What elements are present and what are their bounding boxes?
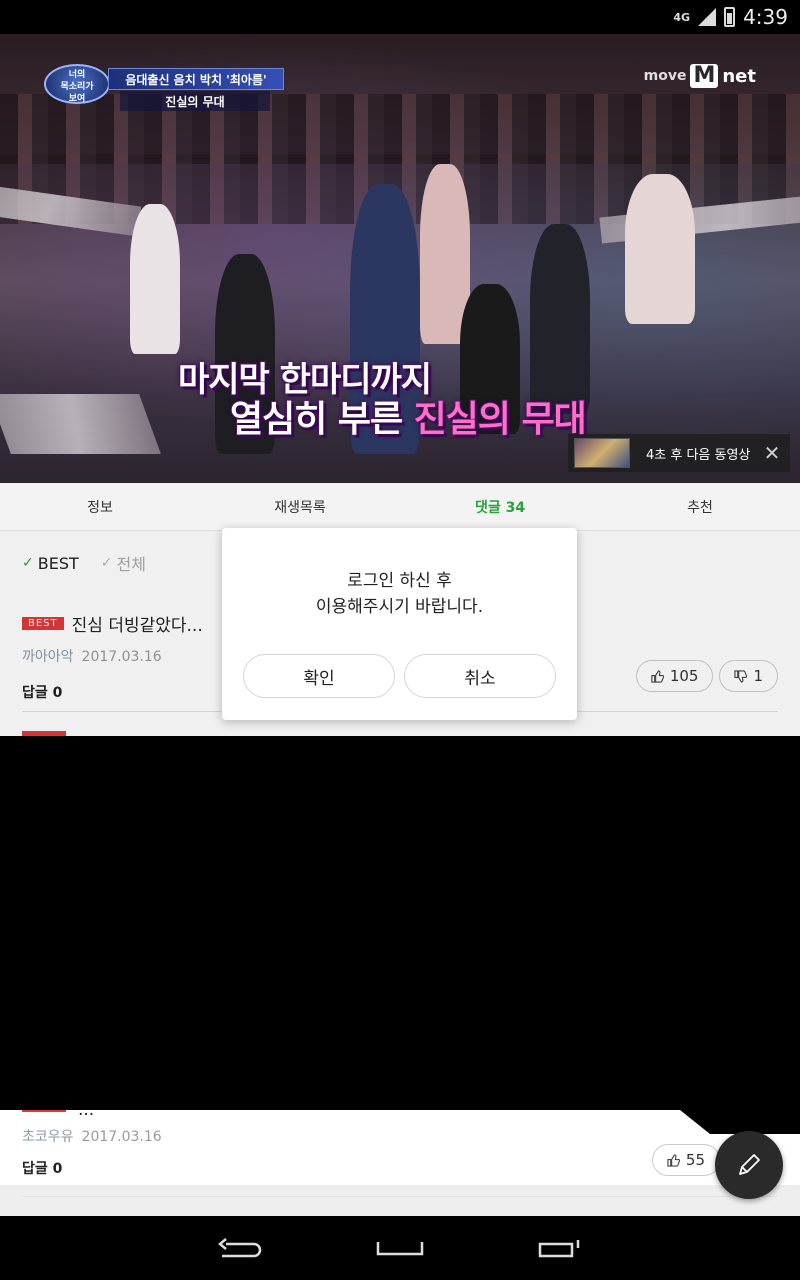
write-comment-button[interactable]: [715, 1131, 783, 1199]
home-icon: [376, 1242, 424, 1256]
comment-filters: ✓ BEST ✓ 전체: [22, 551, 146, 575]
back-button[interactable]: [210, 1228, 270, 1268]
filter-best-label: BEST: [37, 553, 79, 573]
comment-author[interactable]: 까아아악: [22, 649, 74, 665]
confirm-button[interactable]: 확인: [243, 654, 395, 698]
occlusion-edge: [680, 1110, 800, 1134]
comment-votes: 55: [651, 1144, 720, 1176]
status-icons: 4G 4:39: [673, 4, 788, 30]
dislike-count: 1: [753, 667, 763, 685]
login-required-dialog: 로그인 하신 후 이용해주시기 바랍니다. 확인 취소: [222, 528, 577, 720]
recents-button[interactable]: [530, 1228, 590, 1268]
tab-bar: 정보 재생목록 댓글 34 추천: [0, 483, 800, 531]
dialog-message-line2: 이용해주시기 바랍니다.: [315, 597, 484, 617]
divider: [22, 1196, 778, 1197]
check-icon: ✓: [100, 555, 113, 571]
comment-text: 진심 더빙같았다...: [71, 616, 203, 636]
pencil-icon: [739, 1154, 760, 1175]
comment-date: 2017.03.16: [81, 649, 162, 665]
video-scene: [130, 204, 180, 354]
comment-item: ... 초코우유 2017.03.16 답글 0 55: [0, 1110, 800, 1216]
video-scene: [530, 224, 590, 414]
best-badge: BEST: [22, 617, 64, 630]
subtitle-white: 열심히 부른: [229, 398, 414, 441]
caption-top: 음대출신 음치 박치 '최아름': [108, 68, 284, 90]
status-bar: 4G 4:39: [0, 0, 800, 34]
comment-author[interactable]: 초코우유: [22, 1129, 74, 1145]
show-logo: 너의 목소리가 보여: [44, 64, 110, 104]
thumbs-up-icon: [651, 669, 664, 683]
lower-background: [0, 1185, 800, 1216]
system-nav-bar: [0, 1216, 800, 1280]
comment-votes: 105 1: [635, 660, 778, 692]
caption-sub: 진실의 무대: [120, 91, 270, 111]
filter-best[interactable]: ✓ BEST: [22, 551, 79, 575]
video-subtitle-line2: 열심히 부른 진실의 무대: [229, 390, 588, 442]
channel-logo: move M net: [644, 64, 756, 88]
video-scene: [0, 394, 161, 454]
home-button[interactable]: [370, 1228, 430, 1268]
best-badge-partial: [22, 1110, 66, 1112]
network-type: 4G: [673, 10, 691, 24]
recents-icon: [538, 1240, 580, 1258]
tab-recommended[interactable]: 추천: [600, 497, 800, 517]
channel-logo-m: M: [690, 64, 719, 88]
comment-meta: 초코우유 2017.03.16: [22, 1126, 162, 1146]
filter-all-label: 전체: [116, 555, 146, 574]
battery-icon: [724, 7, 736, 27]
tab-comments[interactable]: 댓글 34: [400, 497, 600, 517]
video-player[interactable]: 너의 목소리가 보여 음대출신 음치 박치 '최아름' 진실의 무대 move …: [0, 34, 800, 483]
video-scene: [625, 174, 695, 324]
back-icon: [218, 1238, 262, 1258]
thumbs-up-icon: [667, 1153, 680, 1167]
like-button[interactable]: 105: [635, 660, 714, 692]
comment-date: 2017.03.16: [81, 1129, 162, 1145]
reply-count[interactable]: 답글 0: [22, 1158, 62, 1178]
dialog-message-line1: 로그인 하신 후: [347, 571, 452, 591]
filter-all[interactable]: ✓ 전체: [101, 551, 146, 575]
like-count: 105: [669, 667, 699, 685]
like-button[interactable]: 55: [651, 1144, 720, 1176]
like-count: 55: [685, 1151, 705, 1169]
blank-region: [0, 736, 800, 1110]
channel-logo-suffix: net: [722, 65, 756, 87]
next-video-thumbnail[interactable]: [574, 438, 630, 468]
next-video-banner[interactable]: 4초 후 다음 동영상 ✕: [568, 434, 790, 472]
close-icon[interactable]: ✕: [754, 441, 790, 465]
tab-info[interactable]: 정보: [0, 497, 200, 517]
cancel-button[interactable]: 취소: [404, 654, 556, 698]
thumbs-down-icon: [734, 669, 748, 683]
dislike-button[interactable]: 1: [719, 660, 778, 692]
tab-playlist[interactable]: 재생목록: [200, 497, 400, 517]
signal-icon: [698, 8, 717, 26]
comment-text: ...: [78, 1110, 95, 1120]
channel-logo-prefix: move: [643, 68, 687, 84]
dialog-message: 로그인 하신 후 이용해주시기 바랍니다.: [222, 568, 577, 620]
clock: 4:39: [743, 5, 788, 29]
subtitle-pink: 진실의 무대: [413, 398, 588, 441]
check-icon: ✓: [22, 555, 34, 571]
next-video-label: 4초 후 다음 동영상: [646, 447, 751, 463]
